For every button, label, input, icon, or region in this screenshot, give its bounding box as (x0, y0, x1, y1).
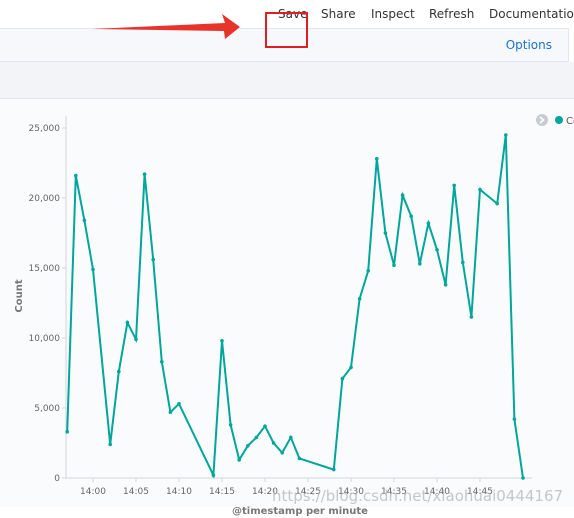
data-point[interactable] (375, 157, 379, 161)
data-point[interactable] (366, 269, 371, 273)
data-point[interactable] (280, 451, 285, 455)
data-point[interactable] (168, 410, 173, 415)
data-point[interactable] (452, 183, 457, 188)
data-point[interactable] (91, 267, 95, 272)
annotation-arrow (92, 14, 240, 39)
data-point[interactable] (340, 376, 345, 381)
legend-color-dot (555, 116, 563, 124)
data-point[interactable] (263, 424, 267, 429)
y-tick-label: 10,000 (29, 334, 61, 344)
data-point[interactable] (82, 218, 87, 223)
y-axis-label: Count (14, 279, 25, 312)
data-point[interactable] (349, 365, 353, 370)
data-point[interactable] (160, 360, 164, 364)
data-point[interactable] (426, 221, 431, 225)
data-point[interactable] (392, 263, 396, 268)
y-tick-label: 25,000 (29, 124, 61, 134)
data-point[interactable] (435, 248, 439, 252)
y-tick-label: 0 (54, 474, 60, 484)
data-point[interactable] (504, 133, 508, 137)
x-tick-label: 14:10 (166, 487, 192, 497)
data-point[interactable] (521, 476, 525, 480)
data-point[interactable] (478, 187, 482, 192)
data-point[interactable] (461, 260, 465, 265)
data-point[interactable] (142, 172, 147, 176)
data-point[interactable] (220, 339, 224, 343)
data-point[interactable] (357, 297, 362, 301)
data-point[interactable] (237, 458, 241, 462)
line-chart: 0 5,000 10,000 15,000 20,000 25,000 14:00 14:05… (14, 14, 574, 517)
watermark: https://blog.csdn.net/xiaohuai0444167 (272, 487, 564, 505)
y-tick-label: 20,000 (29, 194, 61, 204)
data-point[interactable] (418, 262, 422, 266)
data-point[interactable] (400, 193, 405, 197)
data-point[interactable] (254, 435, 259, 440)
data-point[interactable] (495, 201, 500, 206)
data-point[interactable] (108, 442, 112, 447)
data-point[interactable] (211, 473, 216, 478)
data-point[interactable] (125, 320, 130, 325)
x-axis-label: @timestamp per minute (232, 506, 368, 517)
data-point[interactable] (409, 214, 414, 218)
data-point[interactable] (117, 369, 121, 374)
data-point[interactable] (332, 467, 336, 472)
data-point[interactable] (443, 283, 448, 287)
annotation-highlight-box (265, 12, 308, 48)
data-point[interactable] (271, 441, 276, 445)
data-point[interactable] (228, 423, 233, 427)
data-point[interactable] (469, 315, 474, 319)
data-point[interactable] (246, 444, 250, 448)
data-point[interactable] (383, 231, 388, 235)
data-point[interactable] (151, 257, 155, 262)
y-tick-label: 5,000 (34, 404, 60, 414)
legend-label[interactable]: Co (566, 116, 574, 127)
data-point[interactable] (65, 430, 69, 434)
data-point[interactable] (177, 402, 181, 406)
data-point[interactable] (74, 173, 78, 178)
x-tick-label: 14:05 (123, 487, 149, 497)
x-tick-label: 14:15 (209, 487, 235, 497)
data-point[interactable] (512, 417, 517, 422)
data-point[interactable] (297, 456, 302, 461)
legend-toggle-icon[interactable] (536, 114, 548, 126)
data-point[interactable] (289, 435, 293, 440)
y-tick-label: 15,000 (29, 264, 61, 274)
data-point[interactable] (134, 337, 138, 342)
x-tick-label: 14:00 (80, 487, 106, 497)
